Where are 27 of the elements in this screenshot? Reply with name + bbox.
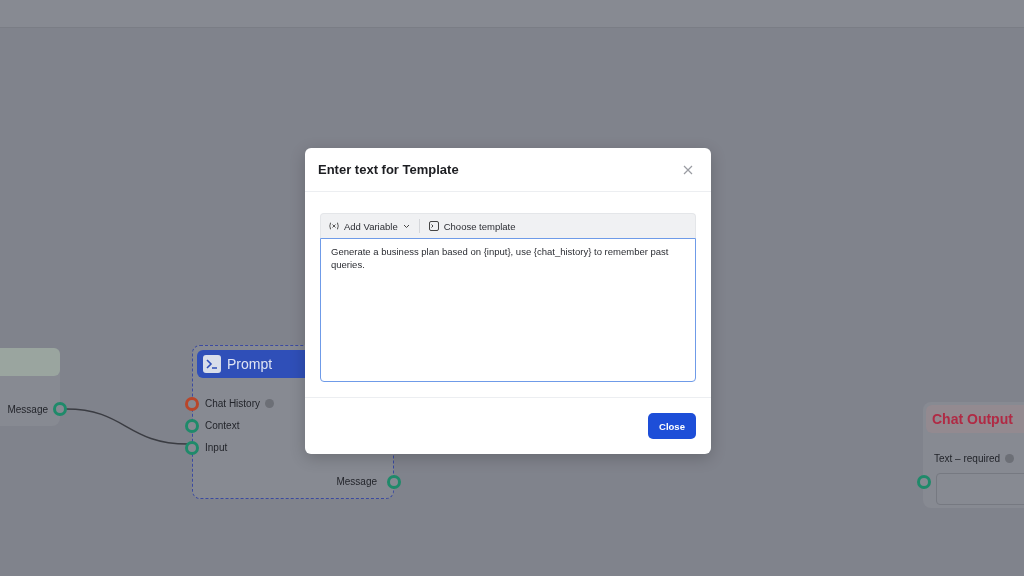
node-title: Chat Output bbox=[932, 411, 1013, 427]
node-header bbox=[0, 348, 60, 376]
info-icon bbox=[1005, 453, 1015, 463]
terminal-icon bbox=[203, 355, 221, 373]
input-handle[interactable] bbox=[185, 440, 199, 455]
terminal-icon bbox=[428, 221, 439, 231]
choose-template-button[interactable]: Choose template bbox=[425, 220, 519, 232]
output-label: Message bbox=[7, 403, 48, 415]
input-handle[interactable] bbox=[185, 418, 199, 433]
close-icon[interactable] bbox=[683, 164, 693, 175]
output-handle[interactable] bbox=[53, 402, 67, 416]
add-variable-button[interactable]: Add Variable bbox=[326, 220, 413, 232]
input-handle[interactable] bbox=[185, 396, 199, 411]
flow-node[interactable]: Chat Output Text – required bbox=[923, 402, 1024, 508]
flow-node[interactable]: Message bbox=[0, 348, 60, 426]
output-label: Message bbox=[336, 475, 377, 487]
chevron-down-icon bbox=[402, 223, 410, 229]
close-button[interactable]: Close bbox=[648, 413, 696, 439]
input-label: Chat History bbox=[205, 397, 260, 409]
input-handle[interactable] bbox=[917, 475, 931, 489]
modal-title: Enter text for Template bbox=[318, 162, 459, 177]
template-text-area[interactable]: Generate a business plan based on {input}, use {chat_history} to remember past queries. bbox=[320, 238, 696, 382]
variable-icon bbox=[329, 222, 339, 230]
input-label: Context bbox=[205, 419, 240, 431]
input-label: Input bbox=[205, 441, 228, 453]
field-label: Text – required bbox=[934, 452, 1001, 464]
node-title: Prompt bbox=[227, 356, 273, 372]
